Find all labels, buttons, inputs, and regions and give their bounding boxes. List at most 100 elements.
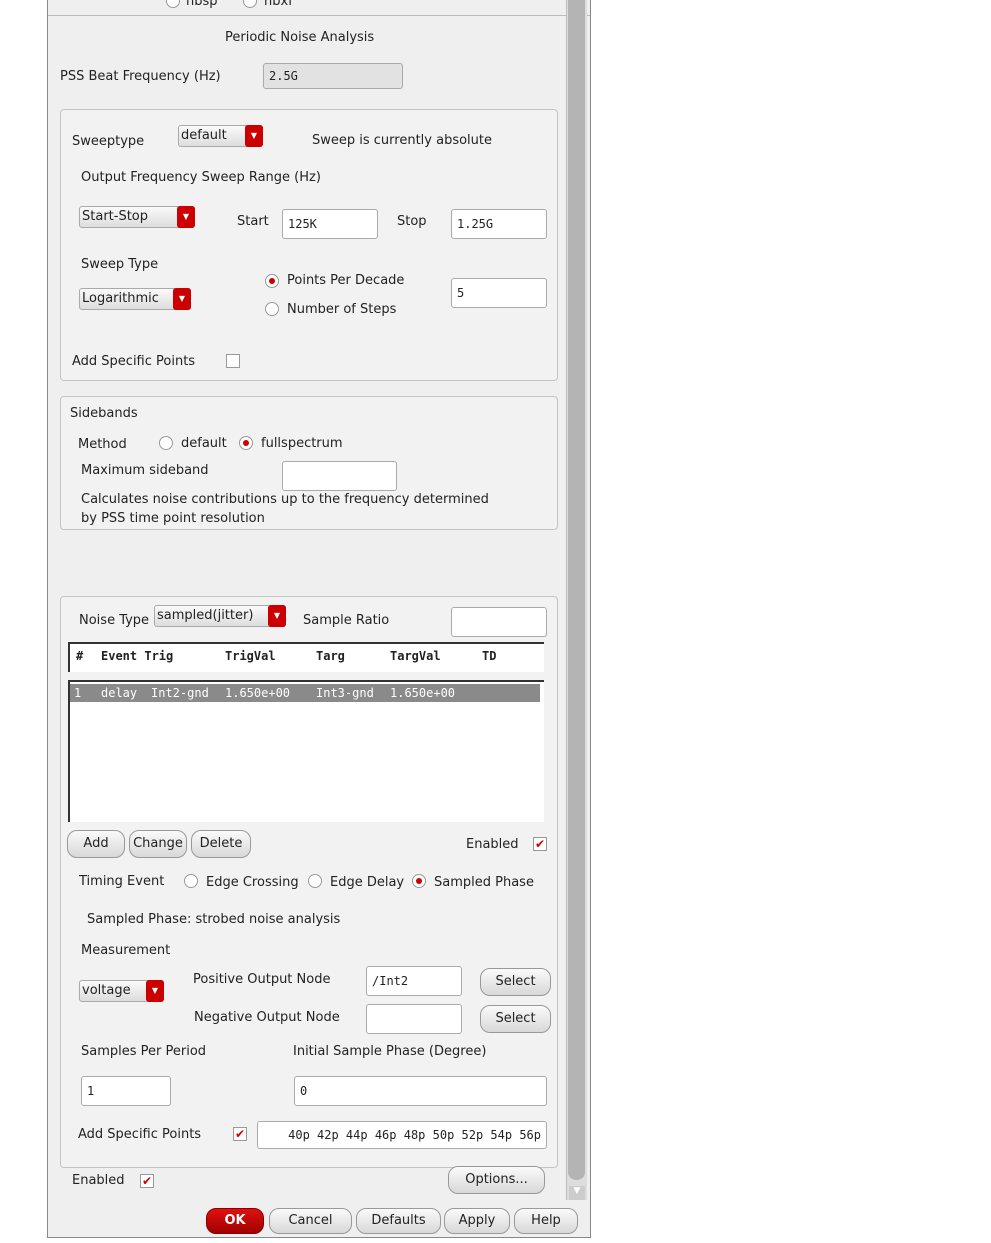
measurement-value: voltage <box>82 983 131 998</box>
sweep-specific-checkbox[interactable] <box>226 354 240 368</box>
radio-number-of-steps[interactable] <box>265 302 279 316</box>
noise-enabled-label: Enabled <box>466 837 519 852</box>
col-event-trig: Event Trig <box>101 649 174 663</box>
max-sideband-field[interactable] <box>282 461 397 491</box>
apply-button[interactable]: Apply <box>444 1208 510 1234</box>
noise-type-combo[interactable]: sampled(jitter) ▼ <box>154 605 286 627</box>
help-button[interactable]: Help <box>514 1208 578 1234</box>
radio-nbxf-label: nbxf <box>264 0 293 9</box>
spp-label: Samples Per Period <box>81 1044 207 1059</box>
edge-crossing-label: Edge Crossing <box>206 875 299 890</box>
sweep-status: Sweep is currently absolute <box>312 133 493 148</box>
sample-ratio-label: Sample Ratio <box>303 613 390 628</box>
sweep-specific-label: Add Specific Points <box>72 354 196 369</box>
radio-edge-crossing[interactable] <box>184 874 198 888</box>
scroll-down-arrow-icon[interactable]: ▼ <box>569 1186 585 1200</box>
radio-points-per-decade[interactable] <box>265 274 279 288</box>
start-label: Start <box>237 214 269 229</box>
options-button[interactable]: Options... <box>448 1166 545 1194</box>
edge-delay-label: Edge Delay <box>330 875 405 890</box>
scrollbar-thumb[interactable] <box>568 0 585 1180</box>
sidebands-note: Calculates noise contributions up to the… <box>81 492 489 507</box>
table-header: # Event Trig TrigVal Targ TargVal TD <box>68 642 544 672</box>
radio-sampled-phase[interactable] <box>412 874 426 888</box>
change-button[interactable]: Change <box>129 830 187 858</box>
sweeptype-value: default <box>181 128 227 143</box>
col-td: TD <box>482 649 497 663</box>
noise-enabled-checkbox[interactable]: ✔ <box>533 837 547 851</box>
radio-nbsp-label: nbsp <box>186 0 218 9</box>
pnoise-dialog: nbsp nbxf Periodic Noise Analysis PSS Be… <box>47 0 591 1238</box>
cell: Int2-gnd <box>151 686 209 700</box>
sweep-group <box>60 109 558 381</box>
pos-select-button[interactable]: Select <box>480 968 551 996</box>
section-title: Periodic Noise Analysis <box>225 30 375 45</box>
pos-node-label: Positive Output Node <box>193 972 331 987</box>
divider <box>48 15 590 16</box>
radio-nbxf[interactable] <box>243 0 257 8</box>
cell: 1.650e+00 <box>390 686 456 700</box>
sweeptype-label: Sweeptype <box>72 134 145 149</box>
sweep-type-value: Logarithmic <box>82 291 159 306</box>
isp-field[interactable]: 0 <box>294 1076 547 1106</box>
scrollbar[interactable]: ▼ <box>566 0 587 1200</box>
col-targval: TargVal <box>390 649 441 663</box>
radio-default[interactable] <box>159 436 173 450</box>
radio-edge-delay[interactable] <box>308 874 322 888</box>
sweep-type-combo[interactable]: Logarithmic ▼ <box>79 288 191 310</box>
pss-beat-label: PSS Beat Frequency (Hz) <box>60 69 221 84</box>
method-label: Method <box>78 437 127 452</box>
noise-specific-field[interactable]: 40p 42p 44p 46p 48p 50p 52p 54p 56p <box>257 1121 547 1149</box>
sweep-type-label: Sweep Type <box>81 257 159 272</box>
delete-button[interactable]: Delete <box>191 830 251 858</box>
cell: 1.650e+00 <box>225 686 291 700</box>
start-field[interactable]: 125K <box>282 209 378 239</box>
chevron-down-icon: ▼ <box>146 980 164 1002</box>
chevron-down-icon: ▼ <box>173 288 191 310</box>
chevron-down-icon: ▼ <box>245 125 263 147</box>
noise-specific-label: Add Specific Points <box>78 1127 202 1142</box>
steps-label: Number of Steps <box>287 302 397 317</box>
enabled-label: Enabled <box>72 1173 125 1188</box>
stop-field[interactable]: 1.25G <box>451 209 547 239</box>
max-sideband-label: Maximum sideband <box>81 463 209 478</box>
default-label: default <box>181 436 227 451</box>
neg-node-label: Negative Output Node <box>194 1010 340 1025</box>
sweeptype-combo[interactable]: default ▼ <box>178 125 263 147</box>
stop-label: Stop <box>397 214 427 229</box>
measurement-combo[interactable]: voltage ▼ <box>79 980 164 1002</box>
cancel-button[interactable]: Cancel <box>269 1208 352 1234</box>
neg-node-field[interactable] <box>366 1004 462 1034</box>
chevron-down-icon: ▼ <box>268 605 286 627</box>
measurement-label: Measurement <box>81 943 171 958</box>
chevron-down-icon: ▼ <box>177 206 195 228</box>
range-mode-value: Start-Stop <box>82 209 149 224</box>
enabled-checkbox[interactable]: ✔ <box>140 1174 154 1188</box>
phase-note: Sampled Phase: strobed noise analysis <box>87 912 341 927</box>
sample-ratio-field[interactable] <box>451 607 547 637</box>
defaults-button[interactable]: Defaults <box>356 1208 441 1234</box>
fullspectrum-label: fullspectrum <box>261 436 343 451</box>
points-field[interactable]: 5 <box>451 278 547 308</box>
sidebands-note-2: by PSS time point resolution <box>81 511 265 526</box>
ok-button[interactable]: OK <box>206 1208 264 1234</box>
neg-select-button[interactable]: Select <box>480 1005 551 1033</box>
pss-beat-field[interactable]: 2.5G <box>263 63 403 89</box>
range-label: Output Frequency Sweep Range (Hz) <box>81 170 321 185</box>
cell: Int3-gnd <box>316 686 374 700</box>
sidebands-title: Sidebands <box>70 406 138 421</box>
ppd-label: Points Per Decade <box>287 273 405 288</box>
add-button[interactable]: Add <box>67 830 125 858</box>
cell: 1 <box>74 686 82 700</box>
spp-field[interactable]: 1 <box>81 1076 171 1106</box>
range-mode-combo[interactable]: Start-Stop ▼ <box>79 206 195 228</box>
noise-type-label: Noise Type <box>79 613 150 628</box>
radio-fullspectrum[interactable] <box>239 436 253 450</box>
pos-node-field[interactable]: /Int2 <box>366 966 462 996</box>
sampled-phase-label: Sampled Phase <box>434 875 534 890</box>
col-num: # <box>76 649 84 663</box>
noise-specific-checkbox[interactable]: ✔ <box>233 1127 247 1141</box>
table-row[interactable]: 1 delay Int2-gnd 1.650e+00 Int3-gnd 1.65… <box>70 684 540 702</box>
radio-nbsp[interactable] <box>166 0 180 8</box>
col-trigval: TrigVal <box>225 649 276 663</box>
